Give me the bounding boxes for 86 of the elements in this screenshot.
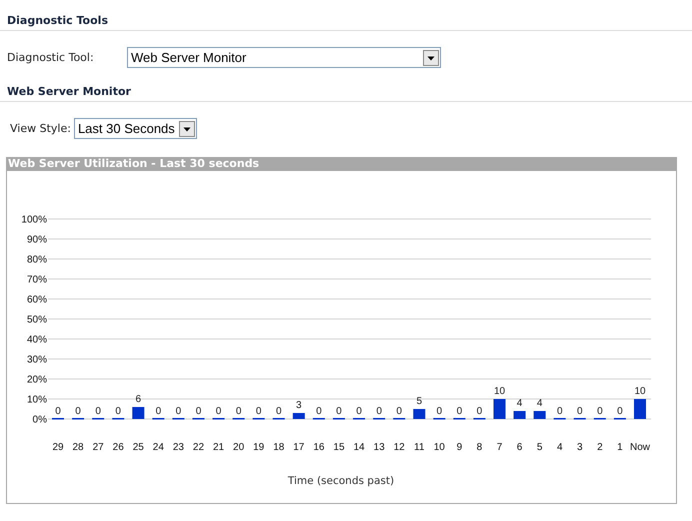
value-label: 0 — [115, 406, 121, 417]
value-label: 10 — [634, 386, 646, 397]
value-label: 0 — [196, 406, 202, 417]
x-axis-label: 18 — [273, 442, 284, 453]
value-label: 4 — [536, 398, 542, 409]
value-label: 0 — [256, 406, 262, 417]
value-label: 0 — [436, 406, 442, 417]
y-axis-label: 70% — [26, 274, 47, 286]
x-axis-label: 10 — [434, 442, 445, 453]
x-axis-label: 4 — [556, 442, 562, 453]
dropdown[interactable]: Last 30 Seconds — [74, 118, 197, 139]
x-axis-label: 19 — [253, 442, 264, 453]
section-heading: Web Server Monitor — [0, 85, 692, 102]
value-label: 0 — [456, 406, 462, 417]
y-axis-label: 80% — [26, 254, 47, 266]
y-axis-label: 10% — [26, 394, 47, 406]
value-label: 0 — [75, 406, 81, 417]
x-axis-label: 1 — [617, 442, 623, 453]
value-label: 0 — [176, 406, 182, 417]
y-axis-label: 40% — [26, 334, 47, 346]
x-axis-label: 24 — [152, 442, 164, 453]
value-label: 0 — [316, 406, 322, 417]
x-axis-label: 3 — [577, 442, 583, 453]
bar — [534, 411, 546, 419]
value-label: 0 — [577, 406, 583, 417]
x-axis-label: 6 — [516, 442, 522, 453]
x-axis-title: Time (seconds past) — [288, 475, 394, 487]
value-label: 0 — [236, 406, 242, 417]
dropdown[interactable]: Web Server Monitor — [127, 47, 441, 68]
bar — [514, 411, 526, 419]
bar — [292, 413, 305, 419]
value-label: 0 — [376, 406, 382, 417]
x-axis-label: 12 — [394, 442, 405, 453]
value-label: 5 — [416, 396, 422, 407]
value-label: 0 — [617, 406, 623, 417]
value-label: 0 — [276, 406, 282, 417]
x-axis-label: 21 — [213, 442, 224, 453]
x-axis-label: 8 — [476, 442, 482, 453]
x-axis-label: 20 — [233, 442, 244, 453]
value-label: 0 — [216, 406, 222, 417]
value-label: 0 — [95, 406, 101, 417]
value-label: 3 — [296, 400, 302, 411]
x-axis-label: 25 — [132, 442, 144, 453]
y-axis-label: 100% — [21, 214, 47, 226]
x-axis-label: 13 — [374, 442, 385, 453]
value-label: 0 — [356, 406, 362, 417]
y-axis-label: 30% — [26, 354, 47, 366]
x-axis-label: 22 — [192, 442, 204, 453]
value-label: 0 — [396, 406, 402, 417]
value-label: 4 — [516, 398, 522, 409]
x-axis-label: 28 — [72, 442, 84, 453]
x-axis-label: 9 — [456, 442, 462, 453]
bar — [413, 409, 426, 419]
value-label: 0 — [556, 406, 562, 417]
value-label: 0 — [336, 406, 342, 417]
value-label: 10 — [494, 386, 506, 397]
x-axis-label: 27 — [92, 442, 104, 453]
x-axis-label: Now — [630, 442, 650, 453]
x-axis-label: 17 — [293, 442, 304, 453]
field-label: Diagnostic Tool: — [7, 51, 95, 64]
bar — [634, 399, 646, 419]
panel-title: Web Server Utilization - Last 30 seconds — [7, 157, 676, 171]
x-axis-label: 15 — [333, 442, 345, 453]
y-axis-label: 50% — [26, 314, 47, 326]
value-label: 0 — [597, 406, 603, 417]
x-axis-label: 11 — [414, 442, 424, 453]
y-axis-label: 20% — [26, 374, 47, 386]
field-label: View Style: — [10, 122, 71, 135]
y-axis-label: 0% — [32, 414, 47, 426]
x-axis-label: 29 — [52, 442, 64, 453]
x-axis-label: 14 — [353, 442, 365, 453]
x-axis-label: 5 — [536, 442, 542, 453]
x-axis-label: 23 — [172, 442, 184, 453]
section-heading: Diagnostic Tools — [0, 14, 692, 31]
x-axis-label: 7 — [496, 442, 502, 453]
y-axis-label: 60% — [26, 294, 47, 306]
value-label: 0 — [476, 406, 482, 417]
y-axis-label: 90% — [26, 234, 47, 246]
value-label: 6 — [136, 394, 142, 405]
x-axis-label: 26 — [112, 442, 124, 453]
bar — [132, 407, 144, 419]
bar — [494, 399, 506, 419]
x-axis-label: 2 — [597, 442, 603, 453]
value-label: 0 — [55, 406, 61, 417]
x-axis-label: 16 — [313, 442, 324, 453]
value-label: 0 — [156, 406, 162, 417]
